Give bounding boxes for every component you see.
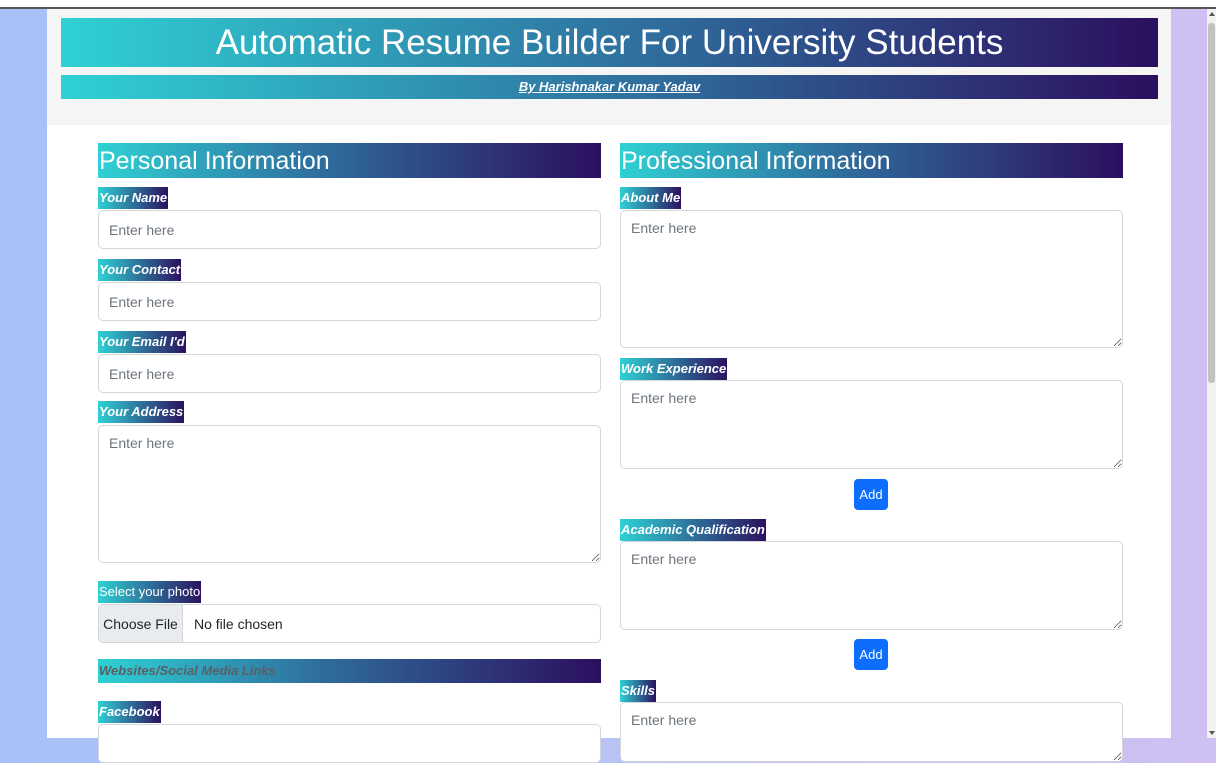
choose-file-button[interactable]: Choose File xyxy=(99,605,183,642)
skills-label: Skills xyxy=(620,680,656,702)
professional-information-heading: Professional Information xyxy=(620,143,1123,178)
your-address-textarea[interactable] xyxy=(98,425,601,563)
facebook-input[interactable] xyxy=(98,724,601,763)
social-links-heading: Websites/Social Media Links xyxy=(98,659,601,683)
scroll-up-icon[interactable] xyxy=(1209,12,1215,16)
add-work-experience-button[interactable]: Add xyxy=(854,479,888,510)
your-contact-label: Your Contact xyxy=(98,259,182,281)
about-me-textarea[interactable] xyxy=(620,210,1123,348)
page-title: Automatic Resume Builder For University … xyxy=(61,18,1158,67)
your-email-input[interactable] xyxy=(98,354,601,393)
your-address-label: Your Address xyxy=(98,401,185,423)
academic-qualification-label: Academic Qualification xyxy=(620,519,766,541)
academic-qualification-textarea[interactable] xyxy=(620,541,1123,630)
header-area: Automatic Resume Builder For University … xyxy=(47,9,1171,125)
add-academic-qualification-button[interactable]: Add xyxy=(854,639,888,670)
window-top-edge xyxy=(0,0,1216,9)
facebook-label: Facebook xyxy=(98,701,161,723)
select-photo-label: Select your photo xyxy=(98,581,202,603)
author-byline: By Harishnakar Kumar Yadav xyxy=(61,75,1158,99)
your-name-label: Your Name xyxy=(98,187,169,209)
your-name-input[interactable] xyxy=(98,210,601,249)
work-experience-textarea[interactable] xyxy=(620,380,1123,469)
your-email-label: Your Email I'd xyxy=(98,331,186,353)
photo-file-input[interactable]: Choose File No file chosen xyxy=(98,604,601,643)
skills-textarea[interactable] xyxy=(620,702,1123,762)
personal-information-heading: Personal Information xyxy=(98,143,601,178)
scrollbar-thumb[interactable] xyxy=(1208,23,1215,383)
about-me-label: About Me xyxy=(620,187,682,209)
your-contact-input[interactable] xyxy=(98,282,601,321)
work-experience-label: Work Experience xyxy=(620,358,728,380)
page-scrollbar[interactable] xyxy=(1207,9,1216,738)
file-status-text: No file chosen xyxy=(194,615,283,632)
scroll-down-icon[interactable] xyxy=(1209,731,1215,735)
resume-form-page: Automatic Resume Builder For University … xyxy=(47,9,1171,763)
